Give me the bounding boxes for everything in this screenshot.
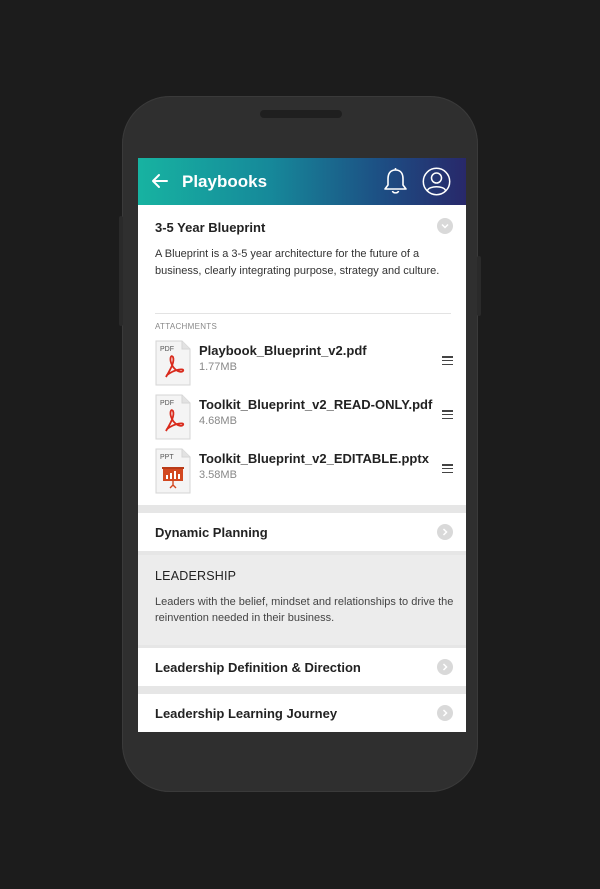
- divider: [155, 313, 451, 314]
- attachment-name[interactable]: Toolkit_Blueprint_v2_EDITABLE.pptx: [199, 451, 429, 466]
- menu-icon[interactable]: [442, 410, 453, 420]
- attachment-size: 4.68MB: [199, 415, 237, 427]
- blueprint-description: A Blueprint is a 3-5 year architecture f…: [155, 248, 440, 277]
- menu-icon[interactable]: [442, 356, 453, 366]
- attachment-size: 3.58MB: [199, 469, 237, 481]
- menu-icon[interactable]: [442, 464, 453, 474]
- user-profile-icon[interactable]: [422, 167, 451, 196]
- leadership-learning-row[interactable]: Leadership Learning Journey: [138, 694, 466, 732]
- chevron-down-icon[interactable]: [437, 218, 453, 234]
- leadership-heading: LEADERSHIP: [155, 569, 237, 583]
- pdf-file-icon: PDF: [155, 340, 191, 386]
- svg-text:PDF: PDF: [160, 346, 174, 353]
- chevron-right-icon[interactable]: [437, 659, 453, 675]
- phone-power-button: [477, 256, 481, 316]
- attachment-item[interactable]: PPT Toolkit_Blueprint_v2_EDITABLE.pptx 3…: [155, 448, 455, 494]
- chevron-right-icon[interactable]: [437, 524, 453, 540]
- leadership-description: Leaders with the belief, mindset and rel…: [155, 596, 454, 624]
- app-screen: Playbooks 3-5 Year Blueprint A Blueprint…: [138, 158, 466, 732]
- ppt-file-icon: PPT: [155, 448, 191, 494]
- chevron-right-icon[interactable]: [437, 705, 453, 721]
- attachment-name[interactable]: Playbook_Blueprint_v2.pdf: [199, 343, 367, 358]
- leadership-section: LEADERSHIP Leaders with the belief, mind…: [138, 555, 466, 645]
- page-title: Playbooks: [182, 172, 268, 191]
- bell-icon[interactable]: [382, 167, 409, 196]
- pdf-file-icon: PDF: [155, 394, 191, 440]
- leadership-definition-title: Leadership Definition & Direction: [155, 660, 361, 675]
- back-arrow-icon[interactable]: [150, 171, 170, 191]
- attachment-item[interactable]: PDF Playbook_Blueprint_v2.pdf 1.77MB: [155, 340, 455, 386]
- leadership-learning-title: Leadership Learning Journey: [155, 706, 338, 721]
- phone-speaker: [260, 110, 342, 118]
- svg-text:PDF: PDF: [160, 400, 174, 407]
- attachment-size: 1.77MB: [199, 361, 237, 373]
- leadership-definition-row[interactable]: Leadership Definition & Direction: [138, 648, 466, 686]
- blueprint-card: 3-5 Year Blueprint A Blueprint is a 3-5 …: [138, 205, 466, 505]
- dynamic-planning-row[interactable]: Dynamic Planning: [138, 513, 466, 551]
- attachment-name[interactable]: Toolkit_Blueprint_v2_READ-ONLY.pdf: [199, 397, 432, 412]
- attachments-label: ATTACHMENTS: [155, 322, 218, 331]
- phone-side-button: [119, 216, 123, 326]
- dynamic-planning-title: Dynamic Planning: [155, 525, 268, 540]
- svg-text:PPT: PPT: [160, 454, 174, 461]
- blueprint-title[interactable]: 3-5 Year Blueprint: [155, 220, 265, 235]
- attachment-item[interactable]: PDF Toolkit_Blueprint_v2_READ-ONLY.pdf 4…: [155, 394, 455, 440]
- app-bar: Playbooks: [138, 158, 466, 205]
